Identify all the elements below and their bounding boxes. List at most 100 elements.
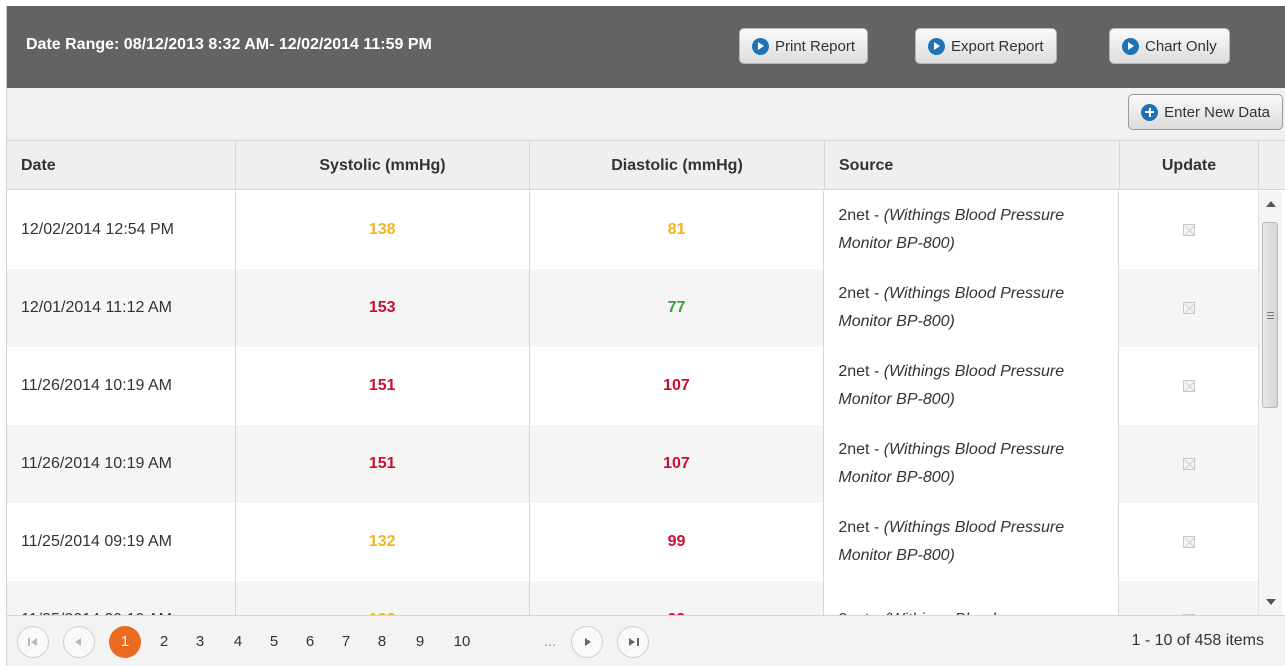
page-link[interactable]: 7	[337, 626, 355, 658]
pager: 1 2 3 4 5 6 7 8 9 10 ... 1 - 10 of 458 items	[7, 615, 1285, 666]
grid-header: Date Systolic (mmHg) Diastolic (mmHg) So…	[7, 141, 1285, 190]
print-report-label: Print Report	[775, 37, 856, 55]
last-page-icon	[629, 638, 635, 646]
cell-systolic: 151	[236, 347, 530, 425]
disabled-checkbox-icon[interactable]	[1182, 458, 1195, 470]
systolic-value: 138	[368, 221, 396, 238]
diastolic-value: 99	[667, 533, 686, 550]
column-header-date[interactable]: Date	[7, 141, 236, 190]
page-link[interactable]: 8	[373, 626, 391, 658]
pager-info: 1 - 10 of 458 items	[1131, 632, 1264, 649]
cell-diastolic: 107	[530, 347, 825, 425]
arrow-right-circle-icon	[1122, 37, 1139, 55]
arrow-right-circle-icon	[752, 37, 769, 55]
grid-body: 12/02/2014 12:54 PM 138 81 2net - (Withings…	[7, 191, 1258, 615]
cell-source: 2net - (Withings Blood Pressure Monitor …	[824, 191, 1120, 269]
column-header-source[interactable]: Source	[825, 141, 1120, 190]
cell-source: 2net - (Withings Blood Pressure Monitor …	[824, 347, 1120, 425]
table-row[interactable]: 11/25/2014 09:19 AM132992net - (Withings…	[7, 581, 1258, 615]
table-row[interactable]: 11/25/2014 09:19 AM 132 99 2net - (Withings…	[7, 503, 1258, 581]
current-page[interactable]: 1	[109, 626, 141, 658]
export-report-button[interactable]: Export Report	[915, 28, 1057, 64]
source-prefix: 2net -	[838, 363, 884, 380]
date-range-label: Date Range: 08/12/2013 8:32 AM- 12/02/20…	[26, 36, 432, 53]
source-prefix: 2net -	[838, 441, 884, 458]
cell-update	[1119, 581, 1258, 615]
cell-diastolic: 107	[530, 425, 825, 503]
page-link[interactable]: 4	[229, 626, 247, 658]
cell-diastolic: 77	[530, 269, 825, 347]
diastolic-value: 77	[667, 299, 686, 316]
next-page-button[interactable]	[571, 626, 603, 658]
page-link[interactable]: 2	[155, 626, 173, 658]
scrollbar-thumb[interactable]	[1262, 222, 1278, 408]
scroll-down-arrow-icon[interactable]	[1266, 599, 1276, 605]
source-prefix: 2net -	[838, 285, 884, 302]
disabled-checkbox-icon[interactable]	[1182, 380, 1195, 392]
cell-date: 11/25/2014 09:19 AM	[7, 581, 236, 615]
page-link[interactable]: 5	[265, 626, 283, 658]
cell-diastolic: 99	[530, 581, 825, 615]
cell-date: 11/25/2014 09:19 AM	[7, 503, 236, 581]
first-page-bar-icon	[28, 638, 30, 646]
source-prefix: 2net -	[838, 207, 884, 224]
grip-icon	[1267, 312, 1274, 313]
first-page-button[interactable]	[17, 626, 49, 658]
disabled-checkbox-icon[interactable]	[1182, 302, 1195, 314]
diastolic-value: 107	[663, 377, 690, 394]
enter-new-data-label: Enter New Data	[1164, 103, 1270, 121]
previous-page-icon	[75, 638, 81, 646]
cell-update	[1119, 191, 1258, 269]
table-row[interactable]: 11/26/2014 10:19 AM 151 107 2net - (Withing…	[7, 347, 1258, 425]
enter-new-data-button[interactable]: Enter New Data	[1128, 94, 1283, 130]
systolic-value: 151	[368, 455, 396, 472]
grid-toolbar: Enter New Data	[7, 88, 1285, 141]
chart-only-label: Chart Only	[1145, 37, 1217, 55]
cell-date: 12/01/2014 11:12 AM	[7, 269, 236, 347]
cell-update	[1119, 269, 1258, 347]
export-report-label: Export Report	[951, 37, 1044, 55]
disabled-checkbox-icon[interactable]	[1182, 224, 1195, 236]
table-row[interactable]: 12/01/2014 11:12 AM 153 77 2net - (Withings…	[7, 269, 1258, 347]
previous-page-button[interactable]	[63, 626, 95, 658]
diastolic-value: 81	[667, 221, 686, 238]
arrow-right-circle-icon	[928, 37, 945, 55]
page-link[interactable]: 10	[449, 626, 475, 658]
table-row[interactable]: 11/26/2014 10:19 AM 151 107 2net - (Withing…	[7, 425, 1258, 503]
systolic-value: 132	[368, 533, 396, 550]
cell-systolic: 132	[236, 503, 530, 581]
column-header-diastolic[interactable]: Diastolic (mmHg)	[530, 141, 825, 190]
bp-report-panel: Date Range: 08/12/2013 8:32 AM- 12/02/20…	[6, 6, 1285, 666]
page-link[interactable]: 9	[411, 626, 429, 658]
cell-diastolic: 99	[530, 503, 825, 581]
vertical-scrollbar[interactable]	[1258, 191, 1282, 615]
cell-date: 12/02/2014 12:54 PM	[7, 191, 236, 269]
print-report-button[interactable]: Print Report	[739, 28, 869, 64]
column-header-update[interactable]: Update	[1120, 141, 1259, 190]
cell-update	[1119, 347, 1258, 425]
first-page-icon	[31, 638, 37, 646]
cell-date: 11/26/2014 10:19 AM	[7, 347, 236, 425]
scroll-up-arrow-icon[interactable]	[1266, 201, 1276, 207]
cell-source: 2net - (Withings Blood Pressure Monitor …	[824, 269, 1120, 347]
column-header-systolic[interactable]: Systolic (mmHg)	[236, 141, 530, 190]
last-page-bar-icon	[637, 638, 639, 646]
cell-systolic: 153	[236, 269, 530, 347]
page-link[interactable]: 3	[191, 626, 209, 658]
report-header: Date Range: 08/12/2013 8:32 AM- 12/02/20…	[7, 6, 1285, 88]
cell-source: 2net - (Withings Blood Pressure Monitor …	[824, 425, 1120, 503]
cell-systolic: 132	[236, 581, 530, 615]
more-pages-ellipsis[interactable]: ...	[538, 626, 562, 658]
cell-diastolic: 81	[530, 191, 825, 269]
diastolic-value: 107	[663, 455, 690, 472]
table-row[interactable]: 12/02/2014 12:54 PM 138 81 2net - (Withings…	[7, 191, 1258, 269]
last-page-button[interactable]	[617, 626, 649, 658]
chart-only-button[interactable]: Chart Only	[1109, 28, 1230, 64]
cell-update	[1119, 503, 1258, 581]
page-link[interactable]: 6	[301, 626, 319, 658]
systolic-value: 151	[368, 377, 396, 394]
cell-source: 2net - (Withings Blood Pressure Monitor …	[824, 503, 1120, 581]
disabled-checkbox-icon[interactable]	[1182, 536, 1195, 548]
source-prefix: 2net -	[838, 519, 884, 536]
cell-systolic: 138	[236, 191, 530, 269]
